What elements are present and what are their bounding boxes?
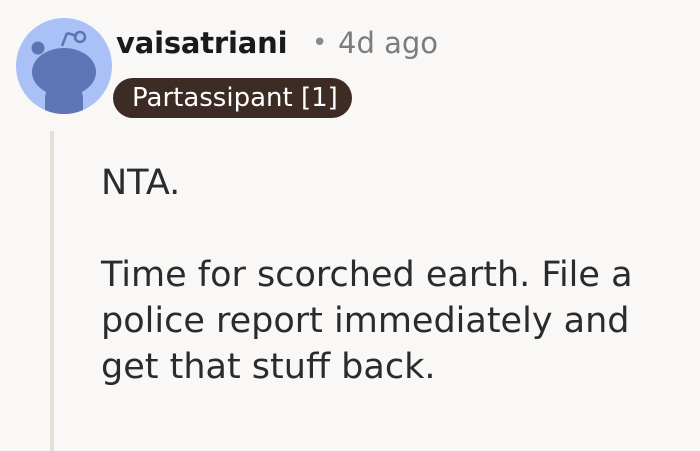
comment-body: NTA. Time for scorched earth. File a pol… bbox=[101, 160, 696, 390]
thread-collapse-line[interactable] bbox=[50, 131, 54, 451]
comment-paragraph: NTA. bbox=[101, 163, 181, 203]
comment-paragraph: Time for scorched earth. File a police r… bbox=[101, 255, 633, 387]
comment: vaisatriani • 4d ago Partassipant [1] NT… bbox=[0, 0, 700, 451]
comment-author[interactable]: vaisatriani bbox=[116, 24, 288, 62]
snoo-avatar-icon bbox=[31, 30, 96, 114]
meta-separator: • bbox=[312, 28, 328, 58]
user-flair: Partassipant [1] bbox=[113, 78, 352, 118]
comment-timestamp[interactable]: 4d ago bbox=[338, 24, 438, 62]
user-avatar[interactable] bbox=[16, 18, 112, 114]
